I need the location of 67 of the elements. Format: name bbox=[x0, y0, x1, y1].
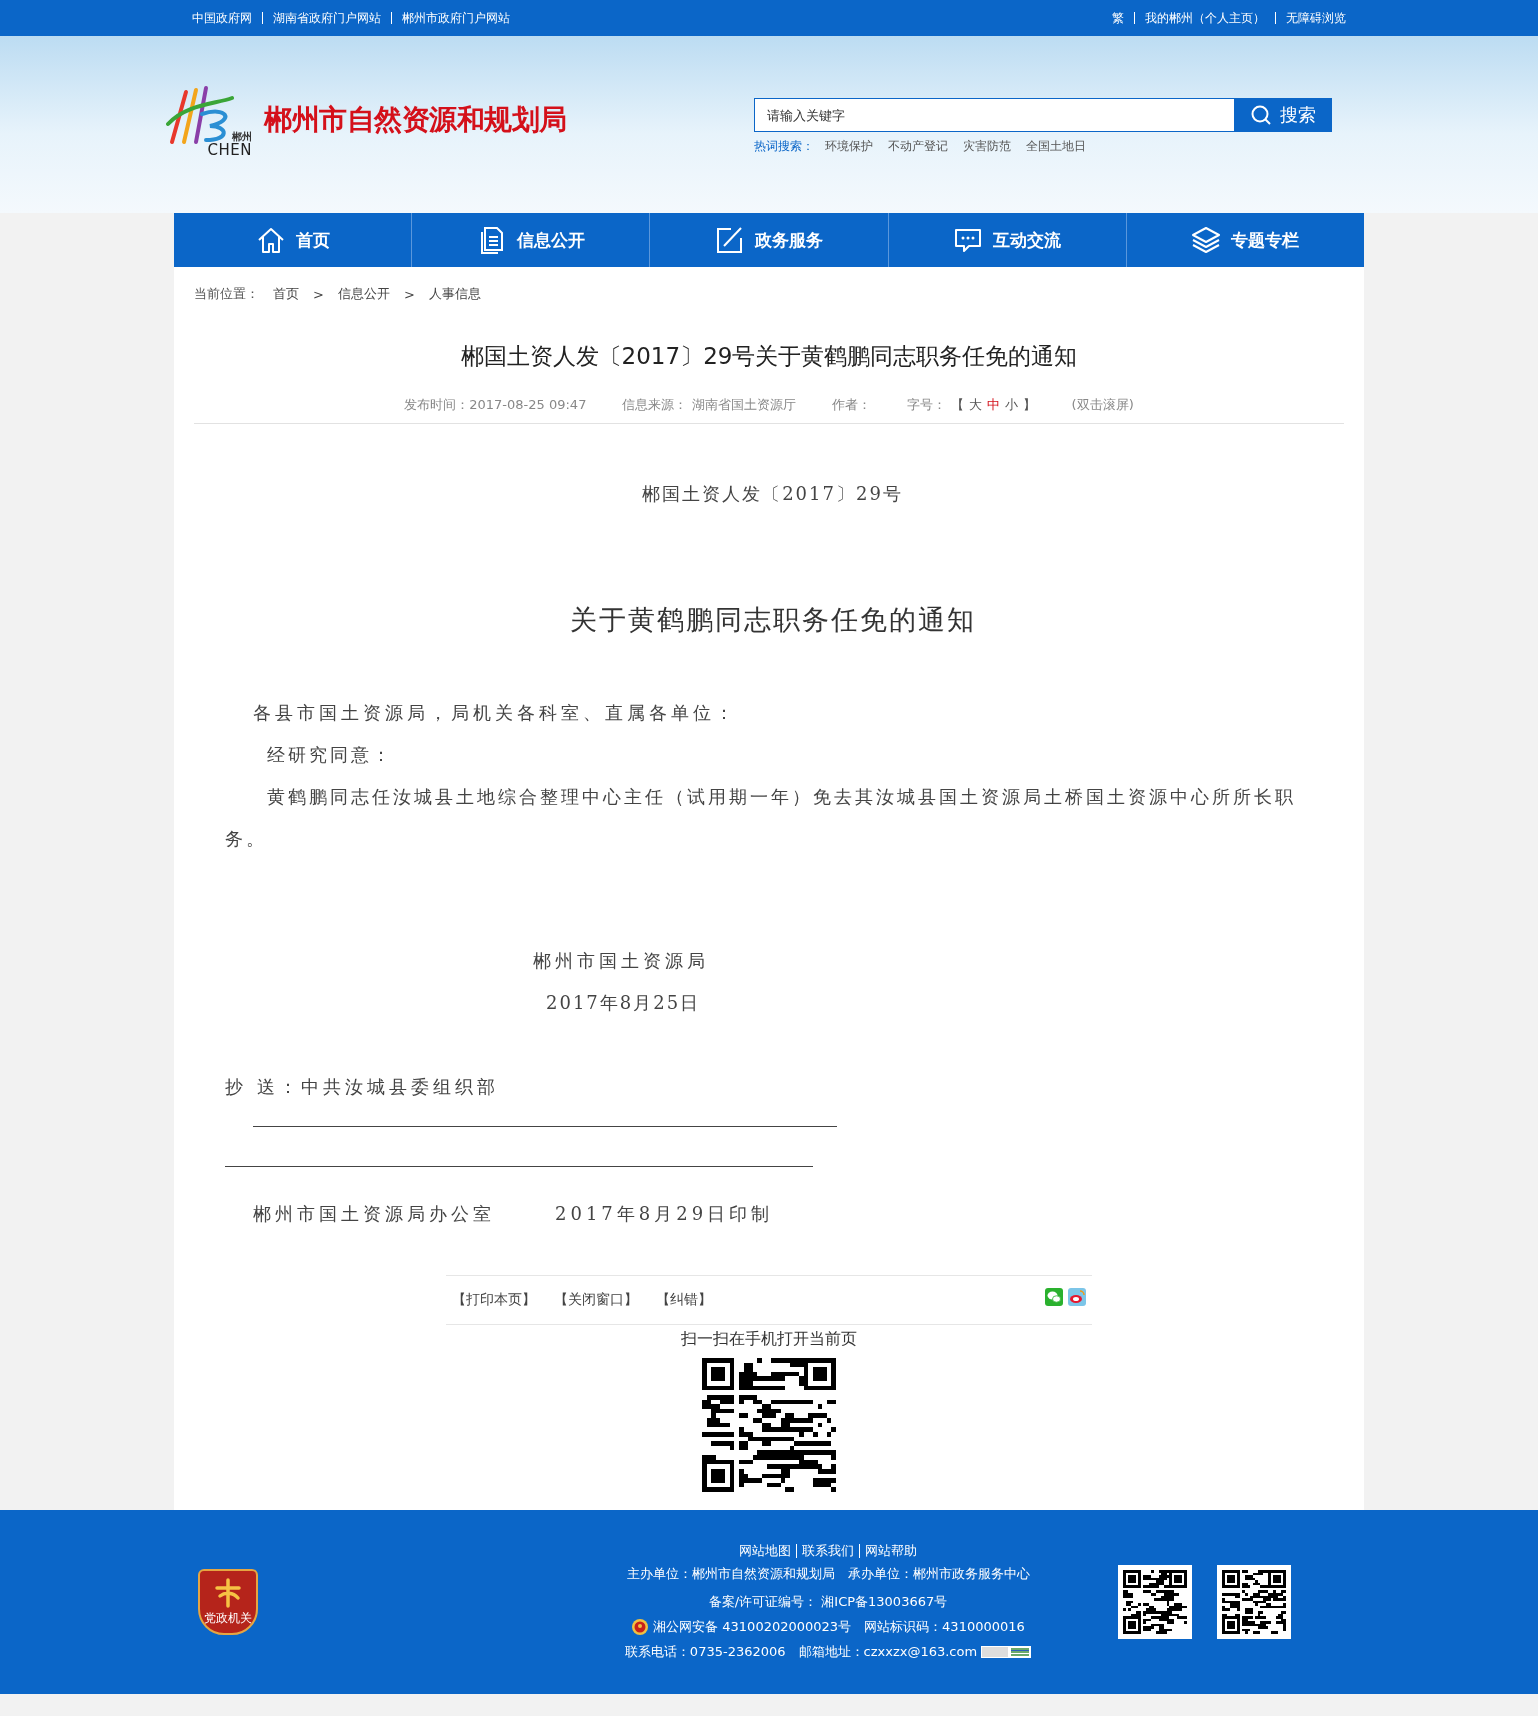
font-size-option[interactable]: 小 bbox=[1004, 396, 1018, 414]
stats-badge-icon[interactable] bbox=[981, 1646, 1032, 1658]
footer-link[interactable]: 网站帮助 bbox=[859, 1544, 922, 1558]
search-icon bbox=[1250, 104, 1272, 126]
police-badge-icon bbox=[631, 1618, 650, 1636]
info-source: 信息来源： 湖南省国土资源厅 bbox=[622, 396, 796, 414]
breadcrumb-link[interactable]: 首页 bbox=[273, 285, 299, 303]
breadcrumb-link[interactable]: 人事信息 bbox=[428, 285, 481, 303]
top-link[interactable]: 湖南省政府门户网站 bbox=[262, 12, 391, 24]
salutation: 各县市国土资源局，局机关各科室、直属各单位： bbox=[252, 701, 738, 725]
wechat-icon[interactable] bbox=[1045, 1288, 1063, 1306]
page-action-link[interactable]: 【打印本页】 bbox=[452, 1291, 536, 1309]
top-link[interactable]: 郴州市政府门户网站 bbox=[391, 12, 520, 24]
nav-item[interactable]: 专题专栏 bbox=[1125, 213, 1364, 267]
hot-search-label: 热词搜索： bbox=[754, 138, 814, 155]
footer-link[interactable]: 网站地图 bbox=[734, 1544, 796, 1558]
party-government-emblem[interactable]: 党政机关 bbox=[198, 1569, 258, 1635]
font-size-label: 字号： bbox=[906, 396, 946, 414]
document-number: 郴国土资人发〔2017〕29号 bbox=[641, 482, 904, 506]
police-record: 湘公网安备 43100202000023号 网站标识码：4310000016 bbox=[653, 1619, 1025, 1635]
issue-date: 2017年8月29日印制 bbox=[555, 1202, 774, 1226]
logo-text: CHEN bbox=[207, 141, 252, 158]
breadcrumb-separator: > bbox=[313, 286, 324, 302]
layers-icon bbox=[1191, 225, 1222, 255]
hot-search-term[interactable]: 全国土地日 bbox=[1026, 138, 1086, 155]
article-title: 郴国土资人发〔2017〕29号关于黄鹤鹏同志职务任免的通知 bbox=[459, 342, 1079, 371]
issuer-office: 郴州市国土资源局办公室 bbox=[253, 1202, 495, 1226]
nav-item[interactable]: 互动交流 bbox=[887, 213, 1126, 267]
font-size-option[interactable]: 中 bbox=[986, 396, 1000, 414]
author-label: 作者： bbox=[831, 396, 871, 414]
icp-record: 备案/许可证编号： 湘ICP备13003667号 bbox=[708, 1594, 948, 1610]
publish-time: 发布时间：2017-08-25 09:47 bbox=[404, 396, 587, 414]
body-paragraph: 黄鹤鹏同志任汝城县土地综合整理中心主任（试用期一年）免去其汝城县国土资源局土桥国土资源中心所所长职务。 bbox=[225, 785, 1297, 851]
weibo-icon[interactable] bbox=[1068, 1288, 1086, 1306]
breadcrumb-label: 当前位置： bbox=[194, 285, 259, 303]
footer-link[interactable]: 联系我们 bbox=[796, 1544, 859, 1558]
hot-search-term[interactable]: 灾害防范 bbox=[963, 138, 1011, 155]
scan-hint: 扫一扫在手机打开当前页 bbox=[680, 1329, 858, 1350]
notice-heading: 关于黄鹤鹏同志职务任免的通知 bbox=[568, 603, 977, 637]
search-field[interactable]: 请输入关键字 bbox=[754, 98, 1234, 132]
top-link[interactable]: 中国政府网 bbox=[182, 12, 262, 24]
search-button[interactable]: 搜索 bbox=[1234, 98, 1332, 132]
logo-text: 郴州 bbox=[232, 130, 252, 142]
contact-info: 联系电话：0735-2362006 邮箱地址：czxxzx@163.com bbox=[624, 1644, 978, 1660]
nav-item[interactable]: 首页 bbox=[174, 213, 412, 267]
hot-search-term[interactable]: 不动产登记 bbox=[888, 138, 948, 155]
signature-org: 郴州市国土资源局 bbox=[533, 949, 710, 973]
nav-item[interactable]: 政务服务 bbox=[649, 213, 888, 267]
top-link[interactable]: 我的郴州（个人主页） bbox=[1134, 12, 1275, 24]
page-action-link[interactable]: 【关闭窗口】 bbox=[554, 1291, 638, 1309]
hot-search-term[interactable]: 环境保护 bbox=[825, 138, 873, 155]
font-size-option[interactable]: 大 bbox=[968, 396, 982, 414]
nav-item[interactable]: 信息公开 bbox=[411, 213, 650, 267]
body-paragraph: 经研究同意： bbox=[266, 743, 394, 767]
scroll-hint: (双击滚屏) bbox=[1071, 396, 1134, 414]
edit-icon bbox=[715, 225, 745, 255]
sponsor-info: 主办单位：郴州市自然资源和规划局 承办单位：郴州市政务服务中心 bbox=[625, 1565, 1031, 1583]
page-action-link[interactable]: 【纠错】 bbox=[656, 1291, 712, 1309]
site-name: 郴州市自然资源和规划局 bbox=[264, 101, 568, 138]
signature-date: 2017年8月25日 bbox=[545, 991, 702, 1015]
top-link[interactable]: 繁 bbox=[1102, 12, 1134, 24]
breadcrumb-separator: > bbox=[403, 286, 415, 302]
top-link[interactable]: 无障碍浏览 bbox=[1275, 12, 1356, 24]
cc-line: 抄 送：中共汝城县委组织部 bbox=[225, 1075, 500, 1099]
bracket: 【 bbox=[950, 396, 964, 414]
breadcrumb-link[interactable]: 信息公开 bbox=[337, 285, 390, 303]
bracket: 】 bbox=[1022, 396, 1036, 414]
